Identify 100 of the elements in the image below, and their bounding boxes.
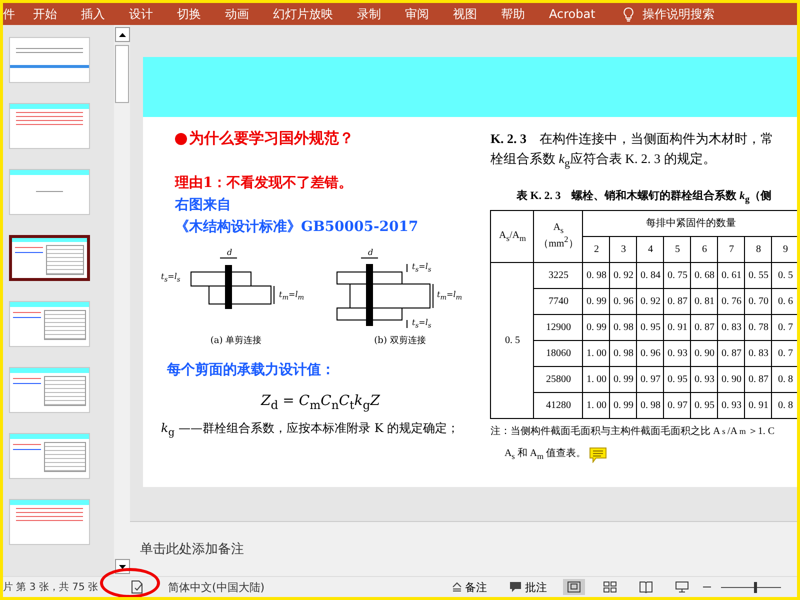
table-header: 5 [664,236,691,262]
table-cell: 1. 00 [582,366,610,392]
table-cell: 7740 [534,288,583,314]
table-cell: 0. 98 [582,262,610,288]
bullet-icon [175,132,187,144]
table-cell: 0. 75 [664,262,691,288]
search-hint[interactable]: 操作说明搜索 [642,6,714,22]
table-header: A$_{s}$/A$_{m}$ [490,210,534,262]
ribbon-tab[interactable]: 审阅 [393,3,441,25]
table-cell: 0. 83 [744,340,772,366]
table-cell: 0. 92 [610,262,637,288]
comments-button[interactable]: 批注 [503,578,553,596]
dimension-label: d [368,248,374,257]
table-cell: 0. 98 [636,392,664,418]
formula: Z$_{d}$ = C$_{m}$C$_{n}$C$_{t}$k$_{g}$Z [261,393,381,412]
table-cell: 0. 84 [636,262,664,288]
table-cell: 0. 87 [744,366,772,392]
table-cell: 0. 55 [744,262,772,288]
normal-view-icon [567,581,581,593]
table-cell: 0. 93 [690,366,718,392]
source-text: 右图来自 [175,196,232,214]
table-cell: 0. 91 [744,392,772,418]
table-cell: 0. 96 [636,340,664,366]
table-header: 每排中紧固件的数量 [582,210,797,236]
scroll-up-button[interactable] [114,27,130,42]
notes-button[interactable]: 备注 [446,578,493,596]
table-cell: 12900 [534,314,583,340]
table-header: 4 [636,236,664,262]
table-cell: 0. 95 [636,314,664,340]
table-cell: 1. 00 [582,392,610,418]
comment-icon [509,581,522,593]
zoom-thumb[interactable] [754,582,757,592]
ribbon-tab[interactable]: 幻灯片放映 [261,3,345,25]
table-header: A$_{s}$ （mm$^{2}$） [534,210,583,262]
table-cell: 0. 97 [664,392,691,418]
table-cell: 0. 78 [744,314,772,340]
table-cell: 0. 98 [610,340,637,366]
table-cell: 41280 [534,392,583,418]
table-cell: 0. 95 [690,392,718,418]
table-cell: 0. 87 [664,288,691,314]
ribbon-tab[interactable]: 切换 [165,3,213,25]
notes-placeholder[interactable]: 单击此处添加备注 [140,540,244,558]
table-cell: 25800 [534,366,583,392]
dimension-label: t$_{s}$=l$_{s}$ [412,262,432,274]
table-cell: 0. 87 [718,340,745,366]
comment-icon[interactable] [588,447,608,464]
ribbon-tab[interactable]: 设计 [117,3,165,25]
dimension-label: d [227,248,232,257]
clause-text: K. 2. 3 在构件连接中，当侧面构件为木材时，常 [490,130,775,148]
note-text: A$_{s}$ 和 A$_{m}$ 值查表。 [504,446,586,463]
table-cell: 0. 81 [690,288,718,314]
table-cell: 0. 76 [718,288,745,314]
ribbon-tab[interactable]: Acrobat [537,3,608,25]
table-cell: 0. 93 [664,340,691,366]
dimension-label: t$_{m}$=l$_{m}$ [279,290,304,302]
slide-thumbnail[interactable] [9,235,90,281]
table-title: 表 K. 2. 3 螺栓、销和木螺钉的群栓组合系数 k$_{g}$（侧 [516,188,773,204]
table-cell: 0. 99 [610,392,637,418]
ribbon-tab[interactable]: 开始 [21,3,69,25]
table-cell: 0. 97 [636,366,664,392]
table-cell: 18060 [534,340,583,366]
slide-heading: 为什么要学习国外规范？ [189,129,354,148]
subheading: 每个剪面的承载力设计值： [167,361,336,379]
ribbon-tab[interactable]: 视图 [441,3,489,25]
source-text: 《木结构设计标准》GB50005-2017 [175,218,420,236]
lightbulb-icon [623,6,634,22]
dimension-label: t$_{s}$=l$_{s}$ [161,272,180,284]
book-icon [639,581,653,593]
table-cell: 3225 [534,262,583,288]
ribbon-tab[interactable]: 插入 [69,3,117,25]
table-cell: 1. 00 [582,340,610,366]
table-cell: 0. 99 [610,366,637,392]
ellipse-annotation [100,568,160,597]
slide-counter: 片 第 3 张，共 75 张 [3,580,98,594]
dimension-label: t$_{m}$=l$_{m}$ [437,290,462,302]
projector-screen-icon [675,581,689,593]
document-check-icon[interactable] [130,580,144,594]
table-cell: 0. 99 [582,314,610,340]
table-header: 6 [690,236,718,262]
notes-icon [452,582,462,592]
table-header: 8 [744,236,772,262]
table-header: 3 [610,236,637,262]
scrollbar-thumb[interactable] [115,45,130,103]
table-header: 2 [582,236,610,262]
language-text[interactable]: 简体中文(中国大陆) [168,580,265,594]
up-arrow-icon [118,32,126,36]
table-cell: 0. 90 [718,366,745,392]
reason-text: 理由1：不看发现不了差错。 [175,174,354,192]
ribbon-tab[interactable]: 动画 [213,3,261,25]
table-cell: 0. 96 [610,288,637,314]
table-header: 7 [718,236,745,262]
ribbon-tab[interactable]: 件 [3,3,21,25]
ribbon-tab[interactable]: 录制 [345,3,393,25]
table-cell: 0. 90 [690,340,718,366]
figure-caption: (a) 单剪连接 [210,334,262,347]
clause-text: 栓组合系数 k$_{g}$应符合表 K. 2. 3 的规定。 [490,150,717,172]
normal-view-button[interactable] [563,579,585,595]
table-cell: 0. 5 [490,262,534,418]
table-cell: 0. 92 [636,288,664,314]
ribbon-tab[interactable]: 帮助 [489,3,537,25]
